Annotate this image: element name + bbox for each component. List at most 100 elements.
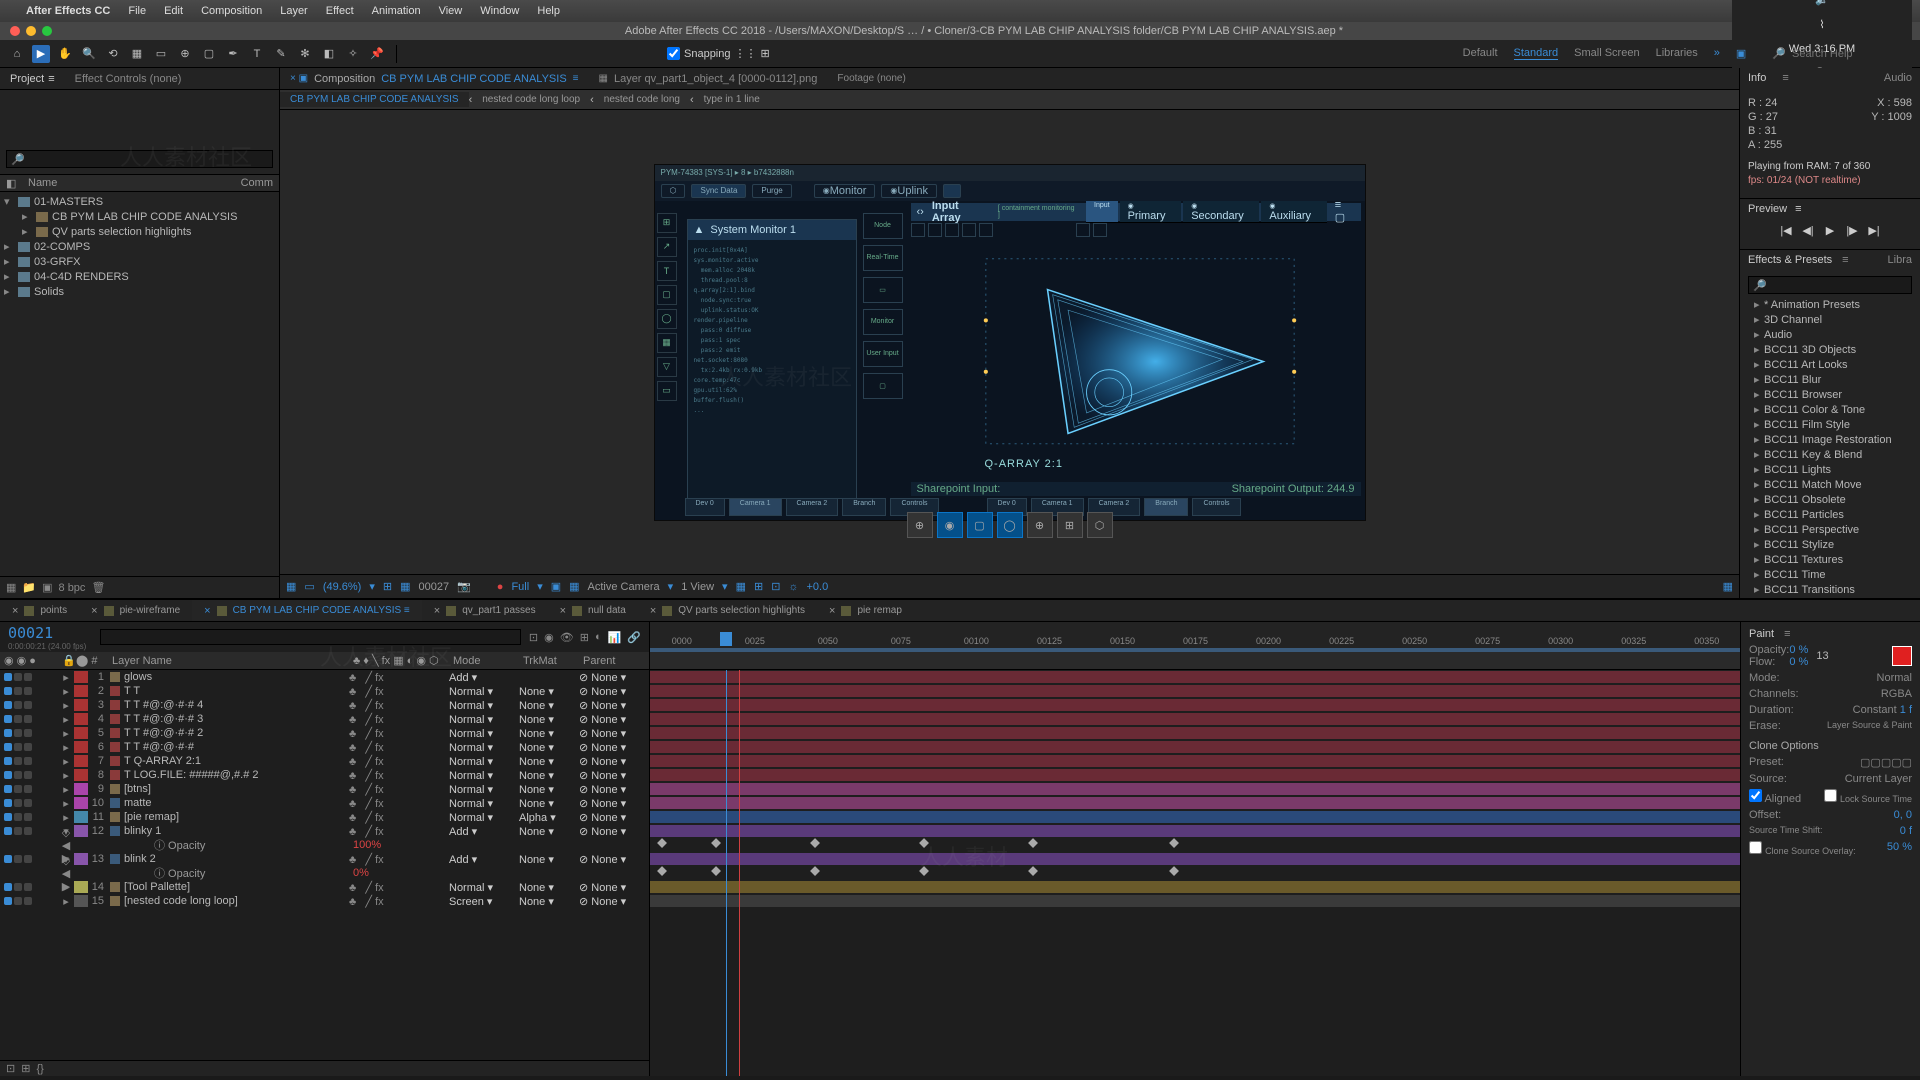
- menu-edit[interactable]: Edit: [164, 5, 183, 17]
- tl-snap-icon[interactable]: 🔗: [627, 631, 641, 644]
- effect-category[interactable]: ▸BCC11 Key & Blend: [1748, 448, 1912, 463]
- paint-erase[interactable]: Layer Source & Paint: [1827, 720, 1912, 732]
- first-frame-button[interactable]: |◀: [1779, 223, 1793, 237]
- paint-channels[interactable]: RGBA: [1881, 688, 1912, 700]
- paint-duration[interactable]: Constant 1 f: [1853, 704, 1912, 716]
- tree-item[interactable]: ▸03-GRFX: [0, 254, 279, 269]
- menu-file[interactable]: File: [128, 5, 146, 17]
- col-trkmat[interactable]: TrkMat: [519, 655, 579, 667]
- camera-tool[interactable]: ▭: [152, 45, 170, 63]
- brush-tool[interactable]: ✎: [272, 45, 290, 63]
- flow-3[interactable]: type in 1 line: [694, 92, 770, 107]
- pv-shape-icon[interactable]: ◯: [997, 512, 1023, 538]
- pv-alpha-icon[interactable]: ⊕: [907, 512, 933, 538]
- pen-tool[interactable]: ✒: [224, 45, 242, 63]
- effect-category[interactable]: ▸BCC11 Image Restoration: [1748, 433, 1912, 448]
- paint-opacity[interactable]: 0 %: [1789, 644, 1808, 656]
- vb-mag-icon[interactable]: ▦: [286, 580, 296, 593]
- layer-row[interactable]: ▸5T T #@:@·#·# 2♣ ╱ fxNormal ▾None ▾⊘ No…: [0, 726, 649, 740]
- layer-row[interactable]: ▸6T T #@:@·#·#♣ ╱ fxNormal ▾None ▾⊘ None…: [0, 740, 649, 754]
- effects-list[interactable]: ▸* Animation Presets▸3D Channel▸Audio▸BC…: [1748, 298, 1912, 598]
- shape-tool[interactable]: ▢: [200, 45, 218, 63]
- effect-category[interactable]: ▸BCC11 Perspective: [1748, 523, 1912, 538]
- tree-item[interactable]: ▸02-COMPS: [0, 239, 279, 254]
- tree-item[interactable]: ▾01-MASTERS: [0, 194, 279, 209]
- effect-category[interactable]: ▸* Animation Presets: [1748, 298, 1912, 313]
- vb-roi-icon[interactable]: ▣: [551, 580, 561, 593]
- layer-row[interactable]: ▸15[nested code long loop]♣ ╱ fxScreen ▾…: [0, 894, 649, 908]
- timeline-tab[interactable]: ×pie remap: [817, 600, 914, 621]
- layer-row[interactable]: ▾13blink 2♣ ╱ fxAdd ▾None ▾⊘ None ▾: [0, 852, 649, 866]
- tl-switch2-icon[interactable]: ⊞: [21, 1062, 30, 1075]
- wifi-icon[interactable]: ⌇: [1819, 18, 1824, 31]
- timeline-tab[interactable]: ×QV parts selection highlights: [638, 600, 817, 621]
- pan-behind-tool[interactable]: ⊕: [176, 45, 194, 63]
- clone-overlay-checkbox[interactable]: Clone Source Overlay:: [1749, 841, 1856, 857]
- clone-offset[interactable]: 0, 0: [1894, 809, 1912, 821]
- effect-category[interactable]: ▸BCC11 Match Move: [1748, 478, 1912, 493]
- col-layer-name[interactable]: Layer Name: [108, 655, 349, 667]
- layer-row[interactable]: ▸4T T #@:@·#·# 3♣ ╱ fxNormal ▾None ▾⊘ No…: [0, 712, 649, 726]
- pv-3d-icon[interactable]: ⊞: [1057, 512, 1083, 538]
- track-area[interactable]: [650, 670, 1740, 1076]
- project-tree[interactable]: ▾01-MASTERS▸CB PYM LAB CHIP CODE ANALYSI…: [0, 192, 279, 301]
- app-name[interactable]: After Effects CC: [26, 5, 110, 17]
- paint-mode[interactable]: Normal: [1877, 672, 1912, 684]
- preview-tab[interactable]: Preview: [1748, 203, 1787, 215]
- pv-cube-icon[interactable]: ⬡: [1087, 512, 1113, 538]
- minimize-window-button[interactable]: [26, 26, 36, 36]
- effect-category[interactable]: ▸Audio: [1748, 328, 1912, 343]
- effect-controls-tab[interactable]: Effect Controls (none): [65, 68, 192, 89]
- lock-source-checkbox[interactable]: Lock Source Time: [1824, 789, 1912, 805]
- channel-icon[interactable]: ●: [497, 581, 504, 593]
- timeline-tab[interactable]: ×points: [0, 600, 79, 621]
- vb-ruler-icon[interactable]: ⊞: [383, 580, 392, 593]
- tl-opt2-icon[interactable]: ◉: [544, 631, 554, 644]
- layer-tab[interactable]: ▦ Layer qv_part1_object_4 [0000-0112].pn…: [589, 68, 828, 89]
- interpret-icon[interactable]: ▦: [6, 581, 16, 594]
- rotate-tool[interactable]: ▦: [128, 45, 146, 63]
- layer-row[interactable]: ▸11[pie remap]♣ ╱ fxNormal ▾Alpha ▾⊘ Non…: [0, 810, 649, 824]
- aligned-checkbox[interactable]: Aligned: [1749, 789, 1801, 805]
- play-button[interactable]: ▶: [1823, 223, 1837, 237]
- eraser-tool[interactable]: ◧: [320, 45, 338, 63]
- timecode-value[interactable]: 00027: [419, 581, 450, 593]
- col-mode[interactable]: Mode: [449, 655, 519, 667]
- menu-layer[interactable]: Layer: [280, 5, 308, 17]
- tree-item[interactable]: ▸Solids: [0, 284, 279, 299]
- vb-guide-icon[interactable]: ▦: [400, 580, 410, 593]
- paint-tab[interactable]: Paint: [1749, 628, 1774, 640]
- project-search[interactable]: 🔎: [6, 150, 273, 168]
- next-frame-button[interactable]: |▶: [1845, 223, 1859, 237]
- layer-row[interactable]: ▸2T T♣ ╱ fxNormal ▾None ▾⊘ None ▾: [0, 684, 649, 698]
- layer-row[interactable]: ▾12blinky 1♣ ╱ fxAdd ▾None ▾⊘ None ▾: [0, 824, 649, 838]
- bpc-label[interactable]: 8 bpc: [59, 582, 86, 594]
- type-tool[interactable]: T: [248, 45, 266, 63]
- tl-shy-icon[interactable]: 👁: [560, 631, 574, 644]
- snapshot-icon[interactable]: 📷: [457, 580, 471, 593]
- col-icon[interactable]: ◧: [6, 177, 28, 190]
- clone-presets[interactable]: ▢▢▢▢▢: [1860, 756, 1912, 769]
- menu-view[interactable]: View: [439, 5, 463, 17]
- zoom-value[interactable]: (49.6%): [323, 581, 362, 593]
- workspace-libraries[interactable]: Libraries: [1656, 47, 1698, 60]
- workspace-standard[interactable]: Standard: [1514, 47, 1559, 60]
- effect-category[interactable]: ▸BCC11 Stylize: [1748, 538, 1912, 553]
- paint-flow[interactable]: 0 %: [1789, 656, 1808, 668]
- tl-fx-icon[interactable]: ⊞: [580, 631, 589, 644]
- pv-grid-icon[interactable]: ◉: [937, 512, 963, 538]
- effect-category[interactable]: ▸BCC11 Time: [1748, 568, 1912, 583]
- effect-category[interactable]: ▸BCC11 Film Style: [1748, 418, 1912, 433]
- tl-mb-icon[interactable]: ◐: [595, 631, 602, 644]
- vb-trans-icon[interactable]: ▦: [569, 580, 579, 593]
- flow-1[interactable]: nested code long loop: [472, 92, 590, 107]
- tree-item[interactable]: ▸CB PYM LAB CHIP CODE ANALYSIS: [0, 209, 279, 224]
- effect-category[interactable]: ▸BCC11 Art Looks: [1748, 358, 1912, 373]
- last-frame-button[interactable]: ▶|: [1867, 223, 1881, 237]
- flow-2[interactable]: nested code long: [594, 92, 690, 107]
- layer-row[interactable]: ▸10matte♣ ╱ fxNormal ▾None ▾⊘ None ▾: [0, 796, 649, 810]
- layer-row[interactable]: ▸9[btns]♣ ╱ fxNormal ▾None ▾⊘ None ▾: [0, 782, 649, 796]
- close-window-button[interactable]: [10, 26, 20, 36]
- timeline-tab[interactable]: ×qv_part1 passes: [422, 600, 548, 621]
- effect-category[interactable]: ▸BCC11 Blur: [1748, 373, 1912, 388]
